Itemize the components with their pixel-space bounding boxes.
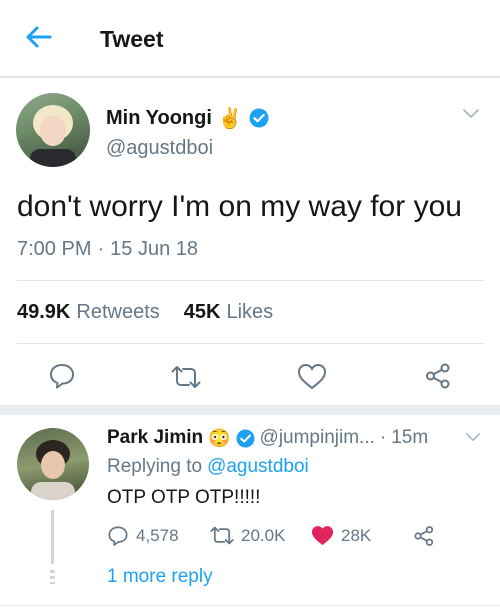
retweet-icon[interactable] — [210, 525, 234, 546]
reply-like-action[interactable]: 28K — [311, 525, 371, 546]
section-separator — [0, 405, 500, 415]
divider — [17, 280, 484, 281]
back-arrow-icon[interactable] — [24, 22, 54, 52]
tweet-stats: 49.9K Retweets 45K Likes — [17, 301, 273, 324]
retweet-count: 20.0K — [241, 525, 286, 545]
reply-author-avatar[interactable] — [17, 428, 89, 500]
tweet-date: 15 Jun 18 — [110, 238, 199, 260]
chevron-down-icon[interactable] — [462, 108, 480, 120]
reply-icon[interactable] — [107, 525, 129, 547]
retweets-count[interactable]: 49.9K — [17, 301, 70, 324]
author-line: Min Yoongi ✌ — [106, 104, 269, 132]
timestamp-separator: · — [97, 238, 105, 260]
tweet-text: don't worry I'm on my way for you — [17, 190, 462, 223]
likes-count[interactable]: 45K — [184, 301, 221, 324]
retweet-icon[interactable] — [171, 364, 201, 390]
reply-age: 15m — [391, 427, 429, 448]
victory-hand-emoji: ✌ — [217, 107, 243, 130]
reply-count: 4,578 — [136, 526, 179, 545]
bottom-divider — [0, 605, 500, 606]
reply-separator: · — [379, 427, 387, 448]
reply-author-name[interactable]: Park Jimin — [107, 427, 203, 449]
author-handle[interactable]: @agustdboi — [106, 137, 213, 160]
like-heart-icon[interactable] — [297, 363, 327, 390]
author-name[interactable]: Min Yoongi — [106, 107, 212, 130]
reply-share-icon[interactable] — [413, 525, 435, 547]
likes-label[interactable]: Likes — [226, 301, 273, 324]
share-icon[interactable] — [424, 362, 452, 390]
reply-author-line: Park Jimin 😳 @jumpinjim... · 15m — [107, 425, 428, 451]
replying-to-handle[interactable]: @agustdboi — [207, 456, 309, 478]
header-bar: Tweet — [0, 0, 500, 78]
verified-badge-icon — [249, 108, 269, 128]
like-count: 28K — [341, 525, 372, 545]
author-avatar[interactable] — [16, 93, 90, 167]
reply-avatar-photo — [31, 440, 75, 500]
avatar-photo — [30, 105, 76, 167]
replying-to-prefix: Replying to — [107, 456, 203, 477]
divider — [17, 343, 484, 344]
liked-heart-icon[interactable] — [311, 525, 334, 546]
more-replies-link[interactable]: 1 more reply — [107, 566, 213, 588]
thread-dots — [50, 570, 55, 584]
tweet-timestamp: 7:00 PM · 15 Jun 18 — [17, 238, 198, 261]
reply-text: OTP OTP OTP!!!!! — [107, 487, 261, 508]
retweets-label[interactable]: Retweets — [76, 301, 159, 324]
thread-line — [51, 510, 54, 564]
reply-icon[interactable] — [48, 362, 76, 390]
reply-reply-action[interactable]: 4,578 — [107, 525, 179, 547]
flushed-face-emoji: 😳 — [208, 427, 231, 448]
tweet-time: 7:00 PM — [17, 238, 92, 260]
reply-author-handle[interactable]: @jumpinjim... — [260, 427, 375, 449]
reply-chevron-down-icon[interactable] — [465, 432, 481, 443]
replying-to-line: Replying to @agustdboi — [107, 456, 309, 478]
reply-retweet-action[interactable]: 20.0K — [210, 525, 285, 546]
page-title: Tweet — [100, 26, 164, 52]
verified-badge-icon — [236, 428, 255, 448]
